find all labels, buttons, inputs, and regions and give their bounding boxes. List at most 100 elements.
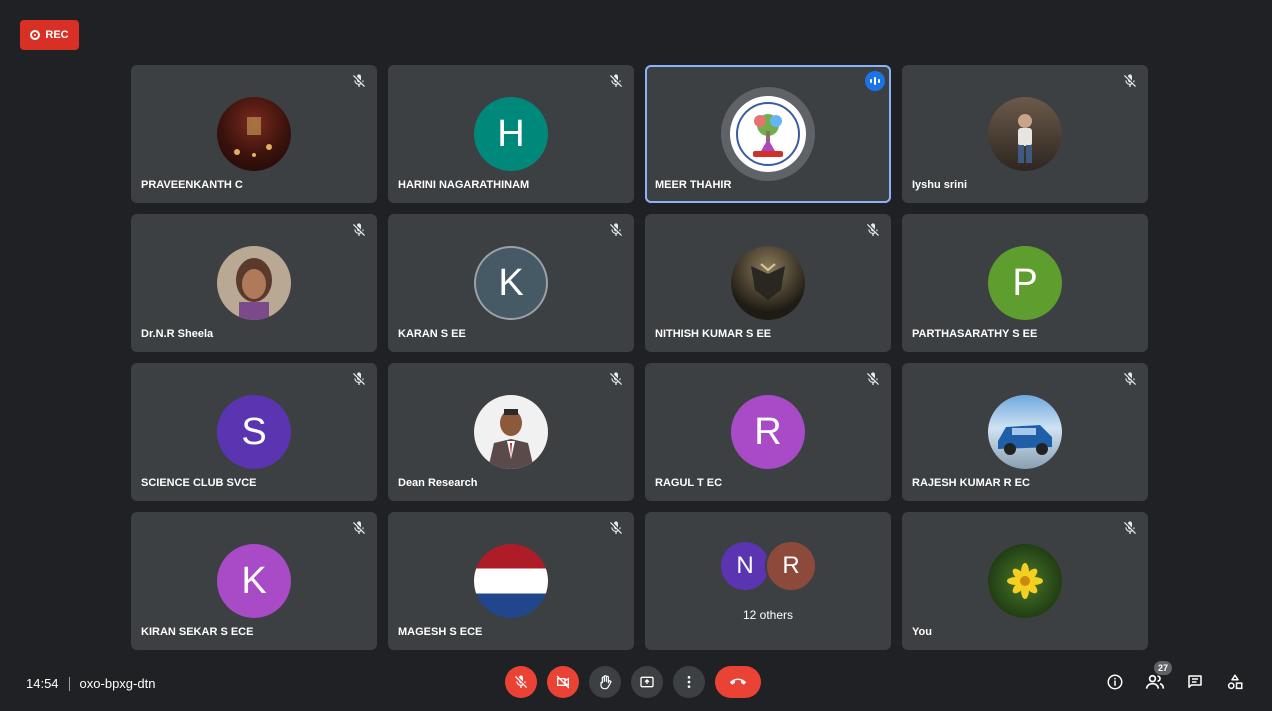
mic-off-icon <box>610 372 622 385</box>
mic-off-icon <box>867 223 879 236</box>
avatar-letter: R <box>782 552 800 579</box>
more-icon <box>687 676 691 688</box>
mic-off-icon <box>1124 74 1136 87</box>
science-club-logo <box>736 102 800 166</box>
chat-button[interactable] <box>1184 671 1206 693</box>
present-icon <box>640 676 654 688</box>
participant-tile-active-speaker[interactable]: MEER THAHIR <box>645 65 891 203</box>
end-call-icon <box>730 678 746 685</box>
avatar-letter: K <box>241 559 267 602</box>
avatar: K <box>217 544 291 618</box>
participant-tile[interactable]: MAGESH S ECE <box>388 512 634 650</box>
participant-grid: PRAVEENKANTH C H HARINI NAGARATHINAM MEE… <box>131 65 1148 650</box>
participant-tile[interactable]: K KIRAN SEKAR S ECE <box>131 512 377 650</box>
self-tile[interactable]: You <box>902 512 1148 650</box>
activities-icon <box>1227 674 1243 690</box>
mic-off-icon <box>1124 372 1136 385</box>
present-button[interactable] <box>631 666 663 698</box>
mic-off-icon <box>353 521 365 534</box>
recording-indicator[interactable]: REC <box>20 20 79 50</box>
speaking-indicator-icon <box>865 71 885 91</box>
mic-off-icon <box>610 74 622 87</box>
avatar <box>721 87 815 181</box>
avatar <box>988 395 1062 469</box>
camera-off-icon <box>556 675 570 689</box>
participant-name: KIRAN SEKAR S ECE <box>141 626 254 638</box>
mic-off-icon <box>610 223 622 236</box>
chat-icon <box>1188 675 1202 688</box>
participant-name: RAGUL T EC <box>655 477 723 489</box>
participant-tile[interactable]: Iyshu srini <box>902 65 1148 203</box>
avatar <box>217 97 291 171</box>
participant-name: NITHISH KUMAR S EE <box>655 328 772 340</box>
avatar: H <box>474 97 548 171</box>
meeting-details-button[interactable] <box>1104 671 1126 693</box>
mic-off-icon <box>867 372 879 385</box>
participant-name: HARINI NAGARATHINAM <box>398 179 530 191</box>
mic-off-icon <box>1124 521 1136 534</box>
flag-avatar <box>474 544 548 618</box>
mic-off-icon <box>353 223 365 236</box>
avatar-letter: P <box>1012 261 1038 304</box>
mic-off-icon <box>610 521 622 534</box>
avatar: R <box>765 540 817 592</box>
participant-name: Dr.N.R Sheela <box>141 328 214 340</box>
participant-name: PRAVEENKANTH C <box>141 179 243 191</box>
meeting-details: 14:54 oxo-bpxg-dtn <box>26 676 155 691</box>
mic-off-icon <box>353 372 365 385</box>
avatar: S <box>217 395 291 469</box>
others-avatars: N R <box>719 540 817 592</box>
avatar <box>988 97 1062 171</box>
participant-tile[interactable]: P PARTHASARATHY S EE <box>902 214 1148 352</box>
bottom-bar: 14:54 oxo-bpxg-dtn 27 <box>0 660 1272 708</box>
people-button[interactable]: 27 <box>1144 661 1172 693</box>
participant-tile[interactable]: K KARAN S EE <box>388 214 634 352</box>
participant-tile[interactable]: S SCIENCE CLUB SVCE <box>131 363 377 501</box>
mic-toggle-button[interactable] <box>505 666 537 698</box>
avatar: P <box>988 246 1062 320</box>
participant-count-badge: 27 <box>1153 661 1172 675</box>
avatar-letter: S <box>241 410 267 453</box>
participant-tile[interactable]: Dr.N.R Sheela <box>131 214 377 352</box>
info-icon <box>1107 674 1123 690</box>
leave-call-button[interactable] <box>715 666 761 698</box>
avatar: R <box>731 395 805 469</box>
avatar-letter: K <box>498 261 524 304</box>
raise-hand-button[interactable] <box>589 666 621 698</box>
others-tile[interactable]: N R 12 others <box>645 512 891 650</box>
avatar <box>474 395 548 469</box>
mic-off-icon <box>515 675 527 688</box>
camera-toggle-button[interactable] <box>547 666 579 698</box>
avatar-letter: H <box>497 112 525 155</box>
participant-name: RAJESH KUMAR R EC <box>912 477 1030 489</box>
avatar <box>988 544 1062 618</box>
avatar: N <box>719 540 771 592</box>
divider <box>68 676 70 691</box>
raise-hand-icon <box>600 675 612 690</box>
participant-tile[interactable]: PRAVEENKANTH C <box>131 65 377 203</box>
avatar <box>731 246 805 320</box>
recording-label: REC <box>45 29 69 41</box>
clock-time: 14:54 <box>26 676 59 691</box>
participant-tile[interactable]: NITHISH KUMAR S EE <box>645 214 891 352</box>
participant-name: Iyshu srini <box>912 179 968 191</box>
meeting-code[interactable]: oxo-bpxg-dtn <box>80 676 156 691</box>
participant-tile[interactable]: R RAGUL T EC <box>645 363 891 501</box>
people-icon <box>1145 674 1165 689</box>
participant-name: KARAN S EE <box>398 328 466 340</box>
participant-tile[interactable]: Dean Research <box>388 363 634 501</box>
more-options-button[interactable] <box>673 666 705 698</box>
avatar-letter: R <box>754 410 782 453</box>
call-controls <box>505 666 761 698</box>
record-icon <box>30 30 41 40</box>
participant-tile[interactable]: H HARINI NAGARATHINAM <box>388 65 634 203</box>
others-count-label: 12 others <box>742 608 794 622</box>
participant-name: You <box>912 626 932 638</box>
participant-name: MEER THAHIR <box>655 179 732 191</box>
activities-button[interactable] <box>1224 671 1246 693</box>
avatar-letter: N <box>736 552 754 579</box>
participant-tile[interactable]: RAJESH KUMAR R EC <box>902 363 1148 501</box>
mic-off-icon <box>353 74 365 87</box>
right-controls: 27 <box>1104 661 1246 693</box>
participant-name: SCIENCE CLUB SVCE <box>141 477 257 489</box>
